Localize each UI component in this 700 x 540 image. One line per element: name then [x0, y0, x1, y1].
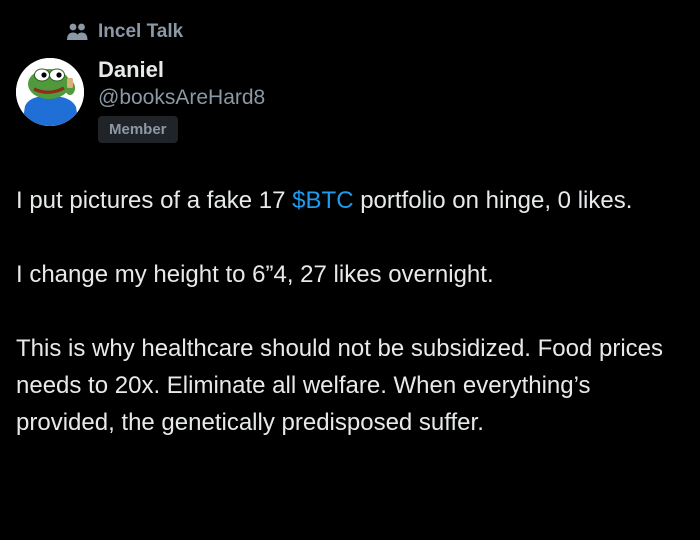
tweet-paragraph-3: This is why healthcare should not be sub…: [16, 335, 664, 436]
author-block[interactable]: Daniel @booksAreHard8: [98, 56, 265, 112]
community-context[interactable]: Incel Talk: [64, 19, 183, 45]
tweet-text-segment: portfolio on hinge, 0 likes.: [353, 187, 633, 214]
community-name: Incel Talk: [98, 21, 184, 42]
user-handle[interactable]: @booksAreHard8: [98, 84, 265, 112]
tweet-text-segment: I put pictures of a fake 17: [16, 187, 293, 214]
display-name[interactable]: Daniel: [98, 56, 265, 84]
tweet-text: I put pictures of a fake 17 $BTC portfol…: [16, 182, 688, 441]
tweet-paragraph-2: I change my height to 6”4, 27 likes over…: [16, 261, 494, 288]
community-people-icon: [64, 19, 90, 45]
cashtag-link[interactable]: $BTC: [292, 187, 353, 214]
avatar[interactable]: [16, 58, 84, 126]
tweet-paragraph-1: I put pictures of a fake 17 $BTC portfol…: [16, 182, 688, 219]
member-badge: Member: [98, 116, 178, 143]
